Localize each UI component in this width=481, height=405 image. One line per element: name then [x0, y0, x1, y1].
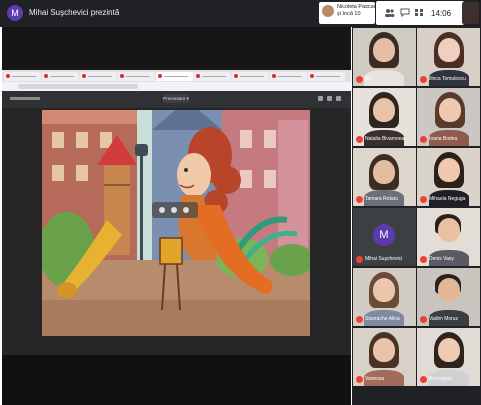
mic-off-icon	[420, 256, 427, 263]
participant-tile[interactable]: Vadim Moruz	[417, 268, 480, 326]
file-title	[10, 97, 40, 100]
browser-tab[interactable]	[118, 72, 155, 81]
participant-tile[interactable]: Ilinca Tomulescu	[417, 28, 480, 86]
browser-tab-active[interactable]	[156, 72, 193, 81]
mic-off-icon	[420, 76, 427, 83]
participant-name: Natalia Bivarnoea	[365, 136, 405, 142]
participant-name: Vanessa	[365, 376, 385, 382]
present-button[interactable]: Prezentare ▾	[163, 94, 189, 103]
participant-tile[interactable]: Natalia Bivarnoea	[353, 88, 416, 146]
activities-icon[interactable]	[414, 8, 424, 19]
participant-name: Mihai Suşchevici	[365, 256, 403, 262]
mic-off-icon	[420, 376, 427, 383]
mic-off-icon	[356, 376, 363, 383]
stage-bottom-area	[2, 355, 351, 405]
presenter-avatar: M	[7, 5, 23, 21]
participant-tile[interactable]: Denis Vasy	[417, 208, 480, 266]
participant-name: Ioana Bodea	[429, 136, 458, 142]
self-view-thumbnail[interactable]	[462, 2, 479, 24]
participant-name: Denis Vasy	[429, 256, 454, 262]
browser-tab[interactable]	[308, 72, 345, 81]
mic-off-icon	[356, 256, 363, 263]
mic-off-icon	[420, 196, 427, 203]
participant-tile[interactable]: Stavrache Alina	[353, 268, 416, 326]
presenter-label: Mihai Suşchevici prezintă	[29, 8, 120, 17]
pinned-participant-avatar	[322, 5, 334, 17]
people-icon[interactable]	[384, 8, 395, 19]
participant-grid: Ba Ilinca Tomulescu Natalia Bivarnoea Io…	[352, 27, 481, 405]
browser-tab[interactable]	[194, 72, 231, 81]
browser-tab[interactable]	[42, 72, 79, 81]
mic-off-icon	[356, 316, 363, 323]
participant-name: Ilinca Tomulescu	[429, 76, 466, 82]
url-field[interactable]	[18, 84, 138, 89]
participant-name: Ana Iepuri	[429, 376, 452, 382]
mic-off-icon	[420, 136, 427, 143]
participant-tile[interactable]: Vanessa	[353, 328, 416, 386]
pinned-name-line1: Nicoleta Pascari	[337, 4, 377, 10]
participant-name: Ba	[365, 76, 372, 82]
more-icon[interactable]	[336, 96, 341, 101]
participant-name: Stavrache Alina	[365, 316, 400, 322]
cartoon-playground-slide	[42, 110, 310, 336]
browser-tab[interactable]	[4, 72, 41, 81]
mic-off-icon	[356, 196, 363, 203]
meeting-clock: 14:06	[431, 9, 452, 18]
pinned-name-line2: și încă 10	[337, 11, 361, 17]
participant-name: Mihaela Neguga	[429, 196, 466, 202]
participant-tile[interactable]: Ba	[353, 28, 416, 86]
mic-off-icon	[420, 316, 427, 323]
participant-name: Tamara Rotaru	[365, 196, 399, 202]
download-icon[interactable]	[327, 96, 332, 101]
mic-off-icon	[356, 136, 363, 143]
participant-tile[interactable]: Tamara Rotaru	[353, 148, 416, 206]
participant-avatar: M	[373, 224, 395, 246]
participant-tile[interactable]: M Mihai Suşchevici	[353, 208, 416, 266]
browser-tab[interactable]	[270, 72, 307, 81]
pinned-participant-name: Nicoleta Pascari și încă 10	[337, 4, 377, 18]
participant-tile[interactable]: Mihaela Neguga	[417, 148, 480, 206]
mic-off-icon	[356, 76, 363, 83]
browser-tab[interactable]	[80, 72, 117, 81]
participant-tile[interactable]: Ioana Bodea	[417, 88, 480, 146]
participant-tile[interactable]: Ana Iepuri	[417, 328, 480, 386]
print-icon[interactable]	[318, 96, 323, 101]
chat-icon[interactable]	[400, 8, 410, 19]
participant-name: Vadim Moruz	[429, 316, 459, 322]
browser-tab[interactable]	[232, 72, 269, 81]
